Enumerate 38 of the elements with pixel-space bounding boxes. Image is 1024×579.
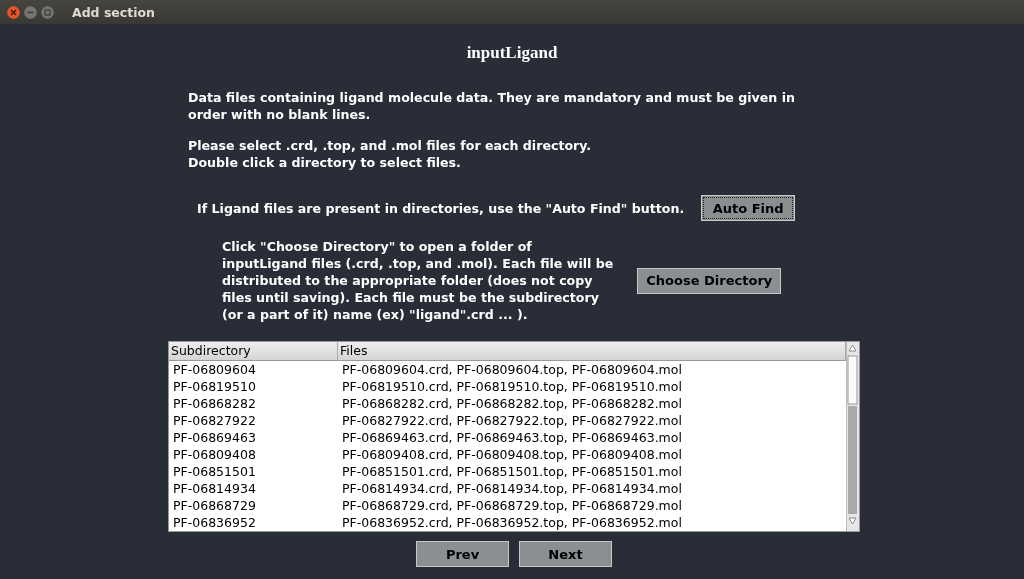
auto-find-button[interactable]: Auto Find xyxy=(701,195,796,221)
maximize-icon[interactable] xyxy=(41,5,54,19)
table-cell-text: PF-06827922 xyxy=(172,412,257,429)
choose-directory-text: Click "Choose Directory" to open a folder of inputLigand files (.crd, .top, and .mol). Each file will be distributed to the appropriate folder (does not copy files until saving). Each file must be the subdirectory (or a part of it) name (ex) "ligand".crd ... ). xyxy=(222,238,614,323)
table-cell-text: PF-06836952 xyxy=(172,514,257,531)
auto-find-text: If Ligand files are present in directories, use the "Auto Find" button. xyxy=(197,199,685,217)
minimize-icon[interactable] xyxy=(24,5,37,19)
instruction-text: Data files containing ligand molecule data. They are mandatory and must be given in order with no blank lines. xyxy=(188,89,796,123)
table-cell-text: PF-06809604 xyxy=(172,361,257,378)
table-cell-text: PF-06814934 xyxy=(172,480,257,497)
table-cell-text: PF-06868282 xyxy=(172,395,257,412)
table-cell-text: PF-06869463 xyxy=(172,429,257,446)
table-cell-text: PF-06869463.crd, PF-06869463.top, PF-06869463.mol xyxy=(341,429,683,446)
nav-button[interactable]: Next xyxy=(519,541,612,567)
column-header[interactable]: Subdirectory xyxy=(169,342,338,360)
section-heading: inputLigand xyxy=(466,43,558,62)
table-cell-text: PF-06851501 xyxy=(172,463,257,480)
scrollbar[interactable] xyxy=(846,342,859,531)
table-cell-text: PF-06836952.crd, PF-06836952.top, PF-06836952.mol xyxy=(341,514,683,531)
window-title: Add section xyxy=(72,4,155,20)
table-cell-text: PF-06809604.crd, PF-06809604.top, PF-06809604.mol xyxy=(341,361,683,378)
table-cell-text: PF-06868282.crd, PF-06868282.top, PF-06868282.mol xyxy=(341,395,683,412)
scroll-up-icon[interactable] xyxy=(848,344,857,352)
instruction-text: Please select .crd, .top, and .mol files for each directory. Double click a directory to select files. xyxy=(188,137,593,171)
nav-button[interactable]: Prev xyxy=(416,541,509,567)
table-cell-text: PF-06868729 xyxy=(172,497,257,514)
scroll-down-icon[interactable] xyxy=(848,517,857,525)
table-cell-text: PF-06809408.crd, PF-06809408.top, PF-06809408.mol xyxy=(341,446,683,463)
table-cell-text: PF-06827922.crd, PF-06827922.top, PF-06827922.mol xyxy=(341,412,683,429)
scroll-thumb[interactable] xyxy=(847,355,858,405)
table-cell-text: PF-06814934.crd, PF-06814934.top, PF-06814934.mol xyxy=(341,480,683,497)
close-icon[interactable] xyxy=(7,5,20,19)
table-cell-text: PF-06809408 xyxy=(172,446,257,463)
table-cell-text: PF-06819510 xyxy=(172,378,257,395)
table-cell-text: PF-06868729.crd, PF-06868729.top, PF-06868729.mol xyxy=(341,497,683,514)
table-cell-text: PF-06851501.crd, PF-06851501.top, PF-06851501.mol xyxy=(341,463,683,480)
table-cell-text: PF-06819510.crd, PF-06819510.top, PF-06819510.mol xyxy=(341,378,683,395)
choose-directory-button[interactable]: Choose Directory xyxy=(637,267,782,294)
